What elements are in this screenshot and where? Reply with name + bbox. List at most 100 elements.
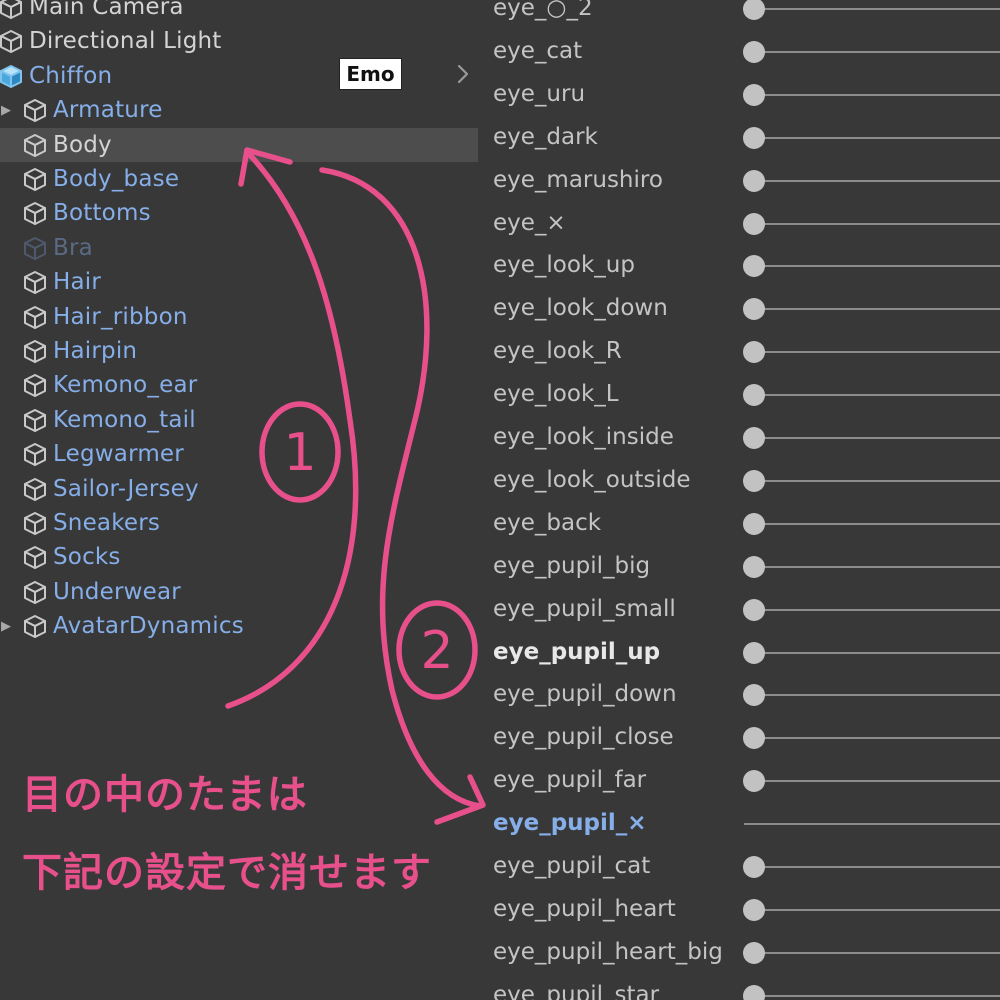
hierarchy-item[interactable]: Hair	[0, 265, 478, 299]
blendshape-row: eye_look_L	[478, 373, 1000, 416]
blendshape-slider-handle[interactable]	[743, 126, 765, 149]
blendshape-row: eye_pupil_up	[478, 631, 1000, 674]
blendshape-slider-handle[interactable]	[743, 512, 765, 535]
blendshape-label: eye_×	[493, 209, 566, 236]
blendshape-row: eye_look_outside	[478, 459, 1000, 502]
blendshape-slider-handle[interactable]	[743, 83, 765, 106]
hierarchy-item[interactable]: Chiffon	[0, 59, 478, 93]
blendshape-label: eye_pupil_×	[493, 810, 647, 837]
hierarchy-item[interactable]: ▶ AvatarDynamics	[0, 609, 478, 643]
blendshape-slider-handle[interactable]	[743, 684, 765, 707]
blendshape-slider-handle[interactable]	[743, 555, 765, 578]
blendshape-slider-track[interactable]	[744, 136, 1000, 139]
blendshape-row: eye_cat	[478, 30, 1000, 73]
blendshape-slider-handle[interactable]	[743, 641, 765, 664]
gameobject-cube-icon	[22, 269, 48, 295]
blendshape-slider-handle[interactable]	[743, 384, 765, 407]
blendshape-slider-handle[interactable]	[743, 212, 765, 235]
blendshape-row: eye_pupil_small	[478, 588, 1000, 631]
hierarchy-item-label: Socks	[53, 544, 121, 571]
blendshape-label: eye_pupil_down	[493, 681, 677, 708]
blendshape-slider-handle[interactable]	[743, 427, 765, 449]
blendshape-label: eye_dark	[493, 123, 598, 150]
hierarchy-item[interactable]: Sailor-Jersey	[0, 472, 478, 506]
hierarchy-item-label: Legwarmer	[53, 441, 184, 468]
expand-arrow-icon[interactable]: ▶	[0, 609, 12, 643]
blendshape-row: eye_uru	[478, 73, 1000, 116]
hierarchy-item[interactable]: Legwarmer	[0, 437, 478, 471]
blendshape-slider-handle[interactable]	[743, 298, 765, 321]
hierarchy-item[interactable]: ▶ Armature	[0, 93, 478, 127]
hierarchy-item[interactable]: Body	[0, 127, 478, 162]
blendshape-slider-handle[interactable]	[743, 40, 765, 63]
expand-arrow-icon[interactable]: ▶	[0, 93, 12, 127]
blendshape-slider-track[interactable]	[744, 951, 1000, 954]
blendshape-slider-track[interactable]	[744, 651, 1000, 654]
hierarchy-item[interactable]: Directional Light	[0, 24, 478, 58]
blendshape-slider-track[interactable]	[744, 308, 1000, 311]
blendshape-slider-track[interactable]	[744, 908, 1000, 911]
blendshape-slider-handle[interactable]	[743, 255, 765, 278]
hierarchy-item-label: Directional Light	[29, 28, 222, 55]
hierarchy-item[interactable]: Kemono_ear	[0, 368, 478, 402]
hierarchy-item[interactable]: Socks	[0, 540, 478, 574]
blendshape-slider-track[interactable]	[744, 522, 1000, 525]
blendshape-slider-track[interactable]	[744, 866, 1000, 868]
hierarchy-item-label: Sneakers	[53, 510, 161, 536]
hierarchy-item[interactable]: Main Camera	[0, 0, 478, 24]
gameobject-cube-icon	[22, 544, 48, 570]
blendshape-slider-handle[interactable]	[743, 727, 765, 750]
hierarchy-item[interactable]: Hair_ribbon	[0, 300, 478, 334]
hierarchy-item[interactable]: Sneakers	[0, 506, 478, 540]
blendshape-slider-track[interactable]	[744, 823, 1000, 826]
blendshape-slider-track[interactable]	[744, 994, 1000, 997]
blendshape-label: eye_pupil_star	[493, 981, 660, 1000]
blendshape-slider-track[interactable]	[744, 479, 1000, 482]
hierarchy-item[interactable]: Hairpin	[0, 334, 478, 368]
hierarchy-item[interactable]: Underwear	[0, 575, 478, 609]
gameobject-cube-icon	[22, 338, 48, 364]
blendshape-slider-handle[interactable]	[743, 941, 765, 964]
gameobject-cube-icon	[22, 235, 48, 261]
blendshape-slider-track[interactable]	[744, 394, 1000, 397]
blendshape-slider-track[interactable]	[744, 737, 1000, 740]
blendshape-slider-handle[interactable]	[743, 984, 765, 1000]
blendshape-slider-track[interactable]	[744, 608, 1000, 611]
blendshape-row: eye_pupil_star	[478, 974, 1000, 1000]
blendshape-slider-track[interactable]	[744, 265, 1000, 268]
hierarchy-item[interactable]: Bra	[0, 231, 478, 265]
blendshape-slider-handle[interactable]	[743, 169, 765, 192]
blendshape-slider-handle[interactable]	[743, 0, 765, 20]
blendshape-slider-handle[interactable]	[743, 598, 765, 621]
gameobject-cube-icon	[22, 372, 48, 398]
blendshape-slider-track[interactable]	[744, 50, 1000, 53]
blendshape-label: eye_look_inside	[493, 424, 674, 450]
blendshape-slider-track[interactable]	[744, 179, 1000, 182]
blendshape-slider-handle[interactable]	[743, 770, 765, 793]
hierarchy-item-label: Body	[53, 131, 112, 158]
hierarchy-item[interactable]: Body_base	[0, 162, 478, 196]
blendshape-slider-track[interactable]	[744, 8, 1000, 10]
blendshapes-panel: eye_○_2 eye_cat eye_uru eye_dark eye_marushi…	[478, 0, 1000, 1000]
hierarchy-item[interactable]: Bottoms	[0, 196, 478, 230]
blendshape-slider-handle[interactable]	[743, 898, 765, 921]
hierarchy-item-label: Armature	[53, 97, 163, 124]
hierarchy-item-label: Hair	[53, 269, 102, 296]
chevron-right-icon[interactable]	[454, 60, 472, 88]
blendshape-slider-handle[interactable]	[743, 469, 765, 492]
gameobject-cube-icon	[22, 166, 48, 192]
gameobject-cube-icon	[22, 613, 48, 639]
blendshape-slider-track[interactable]	[744, 93, 1000, 96]
blendshape-slider-track[interactable]	[744, 780, 1000, 783]
blendshape-slider-track[interactable]	[744, 222, 1000, 225]
note-line-1: 目の中のたまは	[22, 772, 308, 818]
hierarchy-item-label: Sailor-Jersey	[53, 475, 199, 502]
hierarchy-item[interactable]: Kemono_tail	[0, 403, 478, 437]
hierarchy-item-label: Kemono_tail	[53, 406, 196, 433]
blendshape-slider-handle[interactable]	[743, 856, 765, 878]
blendshape-slider-track[interactable]	[744, 437, 1000, 439]
blendshape-slider-track[interactable]	[744, 565, 1000, 568]
blendshape-slider-handle[interactable]	[743, 341, 765, 364]
blendshape-slider-track[interactable]	[744, 351, 1000, 354]
blendshape-slider-track[interactable]	[744, 694, 1000, 697]
